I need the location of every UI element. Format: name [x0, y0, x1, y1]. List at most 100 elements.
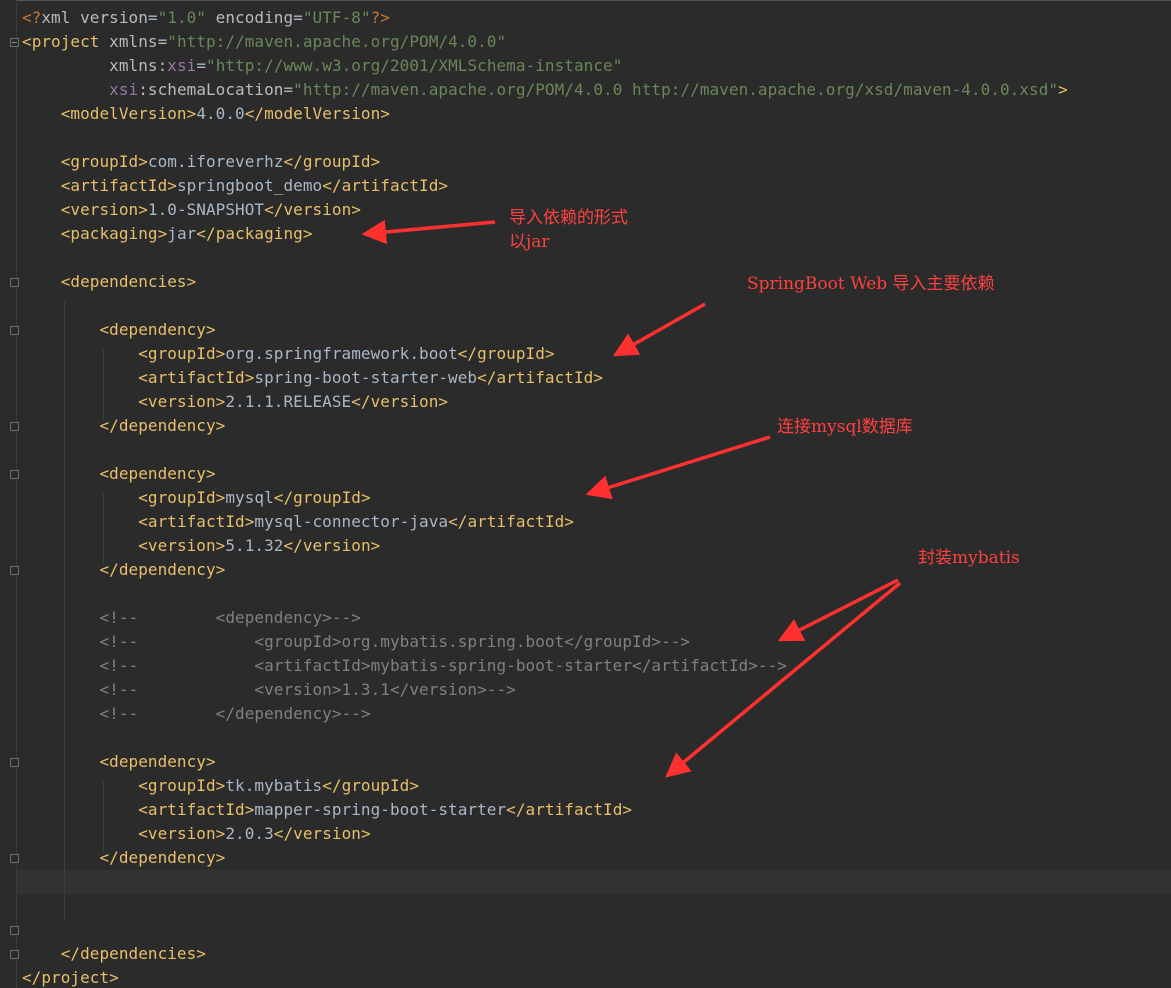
token-bracket: > — [215, 536, 226, 555]
current-line-highlight — [17, 870, 1171, 894]
code-line[interactable]: <artifactId>mysql-connector-java</artifa… — [22, 510, 574, 534]
code-line[interactable]: </dependencies> — [22, 942, 206, 966]
code-line[interactable]: xmlns:xsi="http://www.w3.org/2001/XMLSch… — [22, 54, 622, 78]
code-line[interactable]: <groupId>com.iforeverhz</groupId> — [22, 150, 381, 174]
code-line[interactable]: </dependency> — [22, 414, 225, 438]
token-bracket: </ — [244, 104, 265, 123]
code-line[interactable]: <dependency> — [22, 462, 216, 486]
code-line[interactable]: <version>5.1.32</version> — [22, 534, 380, 558]
token-tag: groupId — [302, 152, 371, 171]
token-tag: version — [302, 536, 371, 555]
token-bracket: </ — [448, 512, 468, 531]
token-bracket: < — [138, 800, 148, 819]
token-tag: groupId — [70, 152, 139, 171]
token-bracket: < — [60, 152, 71, 171]
fold-toggle-icon[interactable] — [10, 38, 19, 47]
code-line[interactable]: <project xmlns="http://maven.apache.org/… — [22, 30, 506, 54]
code-line[interactable]: <dependency> — [22, 750, 216, 774]
code-editor[interactable]: <?xml version="1.0" encoding="UTF-8"?> <p… — [0, 0, 1171, 988]
token-attr: :schemaLocation — [138, 80, 284, 99]
token-bracket: > — [380, 104, 390, 123]
token-tag: groupId — [147, 488, 216, 507]
token-bracket: </ — [351, 392, 371, 411]
token-comment: <!-- <version>1.3.1</version>--> — [99, 680, 516, 699]
fold-toggle-icon[interactable] — [10, 326, 19, 335]
token-tag: groupId — [477, 344, 545, 363]
fold-toggle-icon[interactable] — [10, 854, 19, 863]
code-line[interactable]: <version>1.0-SNAPSHOT</version> — [22, 198, 361, 222]
token-tag: artifactId — [341, 176, 439, 195]
code-line[interactable]: xsi:schemaLocation="http://maven.apache.… — [22, 78, 1068, 102]
token-bracket: </ — [196, 224, 216, 243]
code-line[interactable]: <!-- <groupId>org.mybatis.spring.boot</g… — [22, 630, 690, 654]
token-tag: artifactId — [525, 800, 623, 819]
token-bracket: </ — [322, 176, 342, 195]
fold-toggle-icon[interactable] — [10, 470, 19, 479]
token-str: "UTF-8" — [302, 8, 371, 27]
token-bracket: > — [157, 224, 168, 243]
fold-toggle-icon[interactable] — [10, 278, 19, 287]
token-comment: <!-- <dependency>--> — [99, 608, 361, 627]
code-line[interactable]: </dependency> — [22, 558, 225, 582]
token-tag: packaging — [70, 224, 158, 243]
code-line[interactable]: </dependency> — [22, 846, 225, 870]
token-bracket: < — [138, 776, 148, 795]
annotation-mybatis: 封装mybatis — [918, 548, 1020, 568]
code-line[interactable]: <packaging>jar</packaging> — [22, 222, 313, 246]
code-line[interactable]: <!-- <version>1.3.1</version>--> — [22, 678, 516, 702]
token-tag: dependencies — [70, 272, 187, 291]
code-line[interactable]: <artifactId>mapper-spring-boot-starter</… — [22, 798, 632, 822]
code-line[interactable]: <!-- </dependency>--> — [22, 702, 371, 726]
token-bracket: > — [244, 800, 255, 819]
fold-toggle-icon[interactable] — [10, 926, 19, 935]
token-text: = — [157, 32, 168, 51]
code-line[interactable]: <version>2.1.1.RELEASE</version> — [22, 390, 448, 414]
token-bracket: </ — [22, 968, 42, 987]
code-line[interactable]: <groupId>mysql</groupId> — [22, 486, 371, 510]
token-bracket: < — [22, 32, 32, 51]
token-tag: groupId — [147, 344, 216, 363]
annotation-mysql: 连接mysql数据库 — [777, 417, 913, 437]
token-tag: dependencies — [80, 944, 197, 963]
code-line[interactable]: </project> — [22, 966, 119, 988]
token-text: 1.0-SNAPSHOT — [147, 200, 265, 219]
code-line[interactable]: <artifactId>spring-boot-starter-web</art… — [22, 366, 603, 390]
fold-toggle-icon[interactable] — [10, 758, 19, 767]
token-attr: xmlns: — [109, 56, 168, 75]
token-tag: version — [370, 392, 439, 411]
code-line[interactable]: <artifactId>springboot_demo</artifactId> — [22, 174, 448, 198]
code-line[interactable]: <modelVersion>4.0.0</modelVersion> — [22, 102, 390, 126]
code-line[interactable]: <groupId>tk.mybatis</groupId> — [22, 774, 419, 798]
token-bracket: > — [370, 536, 381, 555]
annotation-packaging: 导入依赖的形式 以jar — [509, 206, 628, 254]
fold-toggle-icon[interactable] — [10, 422, 19, 431]
token-text: = — [196, 56, 207, 75]
code-line[interactable]: <groupId>org.springframework.boot</group… — [22, 342, 555, 366]
token-pi: ?> — [370, 8, 390, 27]
code-line[interactable]: <dependencies> — [22, 270, 197, 294]
token-bracket: > — [215, 488, 226, 507]
code-line[interactable]: <dependency> — [22, 318, 216, 342]
code-line[interactable]: <!-- <artifactId>mybatis-spring-boot-sta… — [22, 654, 787, 678]
token-bracket: > — [244, 368, 255, 387]
code-line[interactable]: <!-- <dependency>--> — [22, 606, 361, 630]
token-bracket: > — [205, 464, 216, 483]
token-tag: modelVersion — [264, 104, 381, 123]
fold-toggle-icon[interactable] — [10, 950, 19, 959]
token-comment: <!-- <groupId>org.mybatis.spring.boot</g… — [99, 632, 691, 651]
token-text: mysql-connector-java — [254, 512, 449, 531]
fold-toggle-icon[interactable] — [10, 566, 19, 575]
code-line[interactable]: <?xml version="1.0" encoding="UTF-8"?> — [22, 6, 390, 30]
code-line[interactable]: <version>2.0.3</version> — [22, 822, 371, 846]
token-bracket: </ — [283, 152, 303, 171]
